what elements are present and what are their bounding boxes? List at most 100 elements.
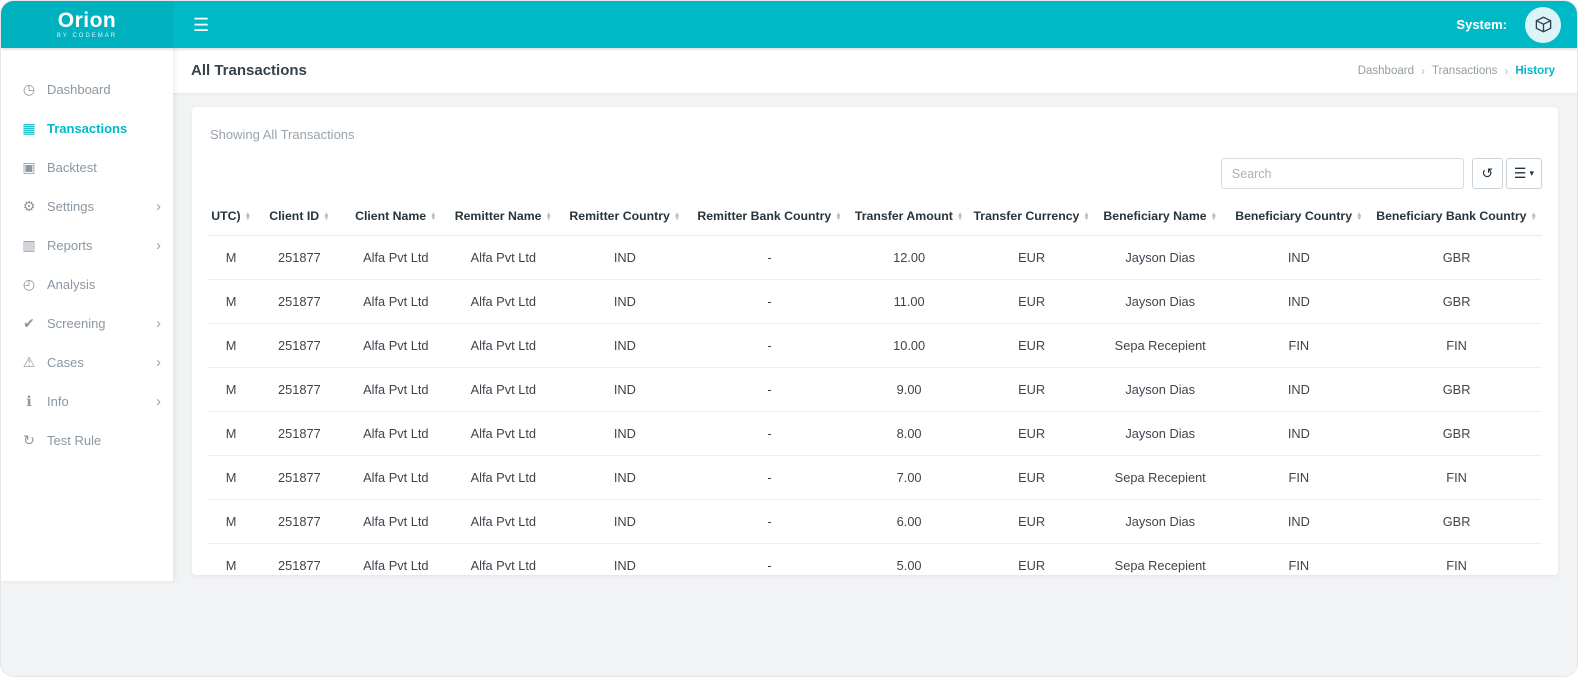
sidebar-item-backtest[interactable]: ▣Backtest (1, 148, 173, 187)
table-cell: - (690, 412, 849, 456)
column-header-label: Beneficiary Country (1235, 209, 1352, 223)
column-header-label: Remitter Country (569, 209, 669, 223)
info-icon: ℹ (19, 393, 39, 410)
transactions-icon: ▦ (19, 120, 39, 137)
sidebar-item-analysis[interactable]: ◴Analysis (1, 265, 173, 304)
sidebar-item-test-rule[interactable]: ↻Test Rule (1, 421, 173, 460)
table-row[interactable]: M251877Alfa Pvt LtdAlfa Pvt LtdIND-6.00E… (208, 500, 1542, 544)
system-avatar-button[interactable] (1525, 7, 1561, 43)
table-cell: 9.00 (849, 368, 970, 412)
table-cell: M (208, 368, 254, 412)
chevron-right-icon: › (156, 393, 161, 410)
table-row[interactable]: M251877Alfa Pvt LtdAlfa Pvt LtdIND-9.00E… (208, 368, 1542, 412)
table-head: UTC)▲▼Client ID▲▼Client Name▲▼Remitter N… (208, 197, 1542, 236)
sidebar-item-cases[interactable]: ⚠Cases› (1, 343, 173, 382)
search-input[interactable] (1221, 158, 1464, 189)
breadcrumb-item[interactable]: Transactions (1432, 65, 1497, 77)
history-button[interactable]: ↺ (1472, 158, 1503, 189)
table-cell: 11.00 (849, 280, 970, 324)
column-header-label: Beneficiary Name (1103, 209, 1206, 223)
table-row[interactable]: M251877Alfa Pvt LtdAlfa Pvt LtdIND-5.00E… (208, 544, 1542, 576)
table-row[interactable]: M251877Alfa Pvt LtdAlfa Pvt LtdIND-12.00… (208, 236, 1542, 280)
cases-icon: ⚠ (19, 354, 39, 371)
sidebar-item-dashboard[interactable]: ◷Dashboard (1, 70, 173, 109)
caret-down-icon: ▾ (1529, 168, 1534, 179)
sidebar-item-reports[interactable]: ▥Reports› (1, 226, 173, 265)
table-cell: IND (560, 236, 691, 280)
table-cell: 10.00 (849, 324, 970, 368)
brand-subtitle: by CODEMAR (57, 33, 117, 39)
sidebar-item-settings[interactable]: ⚙Settings› (1, 187, 173, 226)
table-cell: IND (560, 544, 691, 576)
package-icon (1534, 15, 1553, 34)
column-header-client-name[interactable]: Client Name▲▼ (345, 197, 447, 236)
page-title: All Transactions (191, 62, 307, 79)
app-window: Orion by CODEMAR ☰ System: ◷Dashboard ▦ Tr… (0, 0, 1578, 677)
table-cell: FIN (1371, 544, 1542, 576)
hamburger-icon[interactable]: ☰ (187, 12, 215, 38)
chevron-right-icon: › (156, 237, 161, 254)
sidebar-item-label: Transactions (47, 121, 127, 136)
sort-icon: ▲▼ (245, 213, 251, 221)
breadcrumb-item[interactable]: History (1515, 65, 1555, 77)
chevron-right-icon: › (156, 315, 161, 332)
table-cell: - (690, 324, 849, 368)
column-header-utc[interactable]: UTC) ▲▼ (208, 197, 254, 236)
column-header-beneficiary-bank-country[interactable]: Beneficiary Bank Country▲▼ (1371, 197, 1542, 236)
system-label: System: (1456, 17, 1507, 32)
column-header-label: UTC) (211, 209, 240, 223)
table-cell: Alfa Pvt Ltd (345, 500, 447, 544)
history-icon: ↺ (1482, 165, 1494, 182)
table-cell: - (690, 236, 849, 280)
table-row[interactable]: M251877Alfa Pvt LtdAlfa Pvt LtdIND-8.00E… (208, 412, 1542, 456)
table-cell: Jayson Dias (1094, 236, 1227, 280)
table-cell: 251877 (254, 544, 344, 576)
column-header-label: Beneficiary Bank Country (1376, 209, 1526, 223)
table-cell: IND (560, 280, 691, 324)
table-cell: M (208, 324, 254, 368)
sort-icon: ▲▼ (430, 213, 436, 221)
reports-icon: ▥ (19, 237, 39, 254)
breadcrumb-item[interactable]: Dashboard (1358, 65, 1414, 77)
table-cell: Alfa Pvt Ltd (447, 280, 560, 324)
main-area: All Transactions Dashboard›Transactions›… (173, 48, 1577, 581)
table-cell: 251877 (254, 412, 344, 456)
topbar: Orion by CODEMAR ☰ System: (1, 1, 1577, 48)
table-cell: EUR (969, 324, 1094, 368)
table-cell: Alfa Pvt Ltd (447, 456, 560, 500)
table-cell: Alfa Pvt Ltd (447, 368, 560, 412)
test-rule-icon: ↻ (19, 432, 39, 449)
table-cell: - (690, 500, 849, 544)
column-header-remitter-name[interactable]: Remitter Name▲▼ (447, 197, 560, 236)
transactions-card: Showing All Transactions ↺ ☰ ▾ (192, 107, 1558, 575)
table-cell: Alfa Pvt Ltd (345, 412, 447, 456)
table-cell: Alfa Pvt Ltd (447, 236, 560, 280)
table-cell: M (208, 456, 254, 500)
table-cell: IND (1227, 500, 1372, 544)
column-header-transfer-currency[interactable]: Transfer Currency▲▼ (969, 197, 1094, 236)
column-header-transfer-amount[interactable]: Transfer Amount▲▼ (849, 197, 970, 236)
table-cell: IND (560, 456, 691, 500)
table-row[interactable]: M251877Alfa Pvt LtdAlfa Pvt LtdIND-7.00E… (208, 456, 1542, 500)
column-header-remitter-bank-country[interactable]: Remitter Bank Country▲▼ (690, 197, 849, 236)
list-icon: ☰ (1514, 165, 1527, 182)
table-cell: Jayson Dias (1094, 412, 1227, 456)
sidebar-item-transactions[interactable]: ▦ Transactions (1, 109, 173, 148)
column-header-beneficiary-country[interactable]: Beneficiary Country▲▼ (1227, 197, 1372, 236)
column-header-remitter-country[interactable]: Remitter Country▲▼ (560, 197, 691, 236)
column-options-button[interactable]: ☰ ▾ (1506, 158, 1542, 189)
column-header-beneficiary-name[interactable]: Beneficiary Name▲▼ (1094, 197, 1227, 236)
table-cell: Alfa Pvt Ltd (345, 280, 447, 324)
table-cell: 251877 (254, 236, 344, 280)
toolbar-buttons: ↺ ☰ ▾ (1472, 158, 1542, 189)
breadcrumb-separator-icon: › (1504, 64, 1508, 78)
transactions-table: UTC)▲▼Client ID▲▼Client Name▲▼Remitter N… (208, 197, 1542, 575)
table-row[interactable]: M251877Alfa Pvt LtdAlfa Pvt LtdIND-10.00… (208, 324, 1542, 368)
table-cell: IND (1227, 368, 1372, 412)
settings-icon: ⚙ (19, 198, 39, 215)
brand-name: Orion (58, 10, 117, 31)
sidebar-item-screening[interactable]: ✔Screening› (1, 304, 173, 343)
column-header-client-id[interactable]: Client ID▲▼ (254, 197, 344, 236)
sidebar-item-info[interactable]: ℹInfo› (1, 382, 173, 421)
table-row[interactable]: M251877Alfa Pvt LtdAlfa Pvt LtdIND-11.00… (208, 280, 1542, 324)
